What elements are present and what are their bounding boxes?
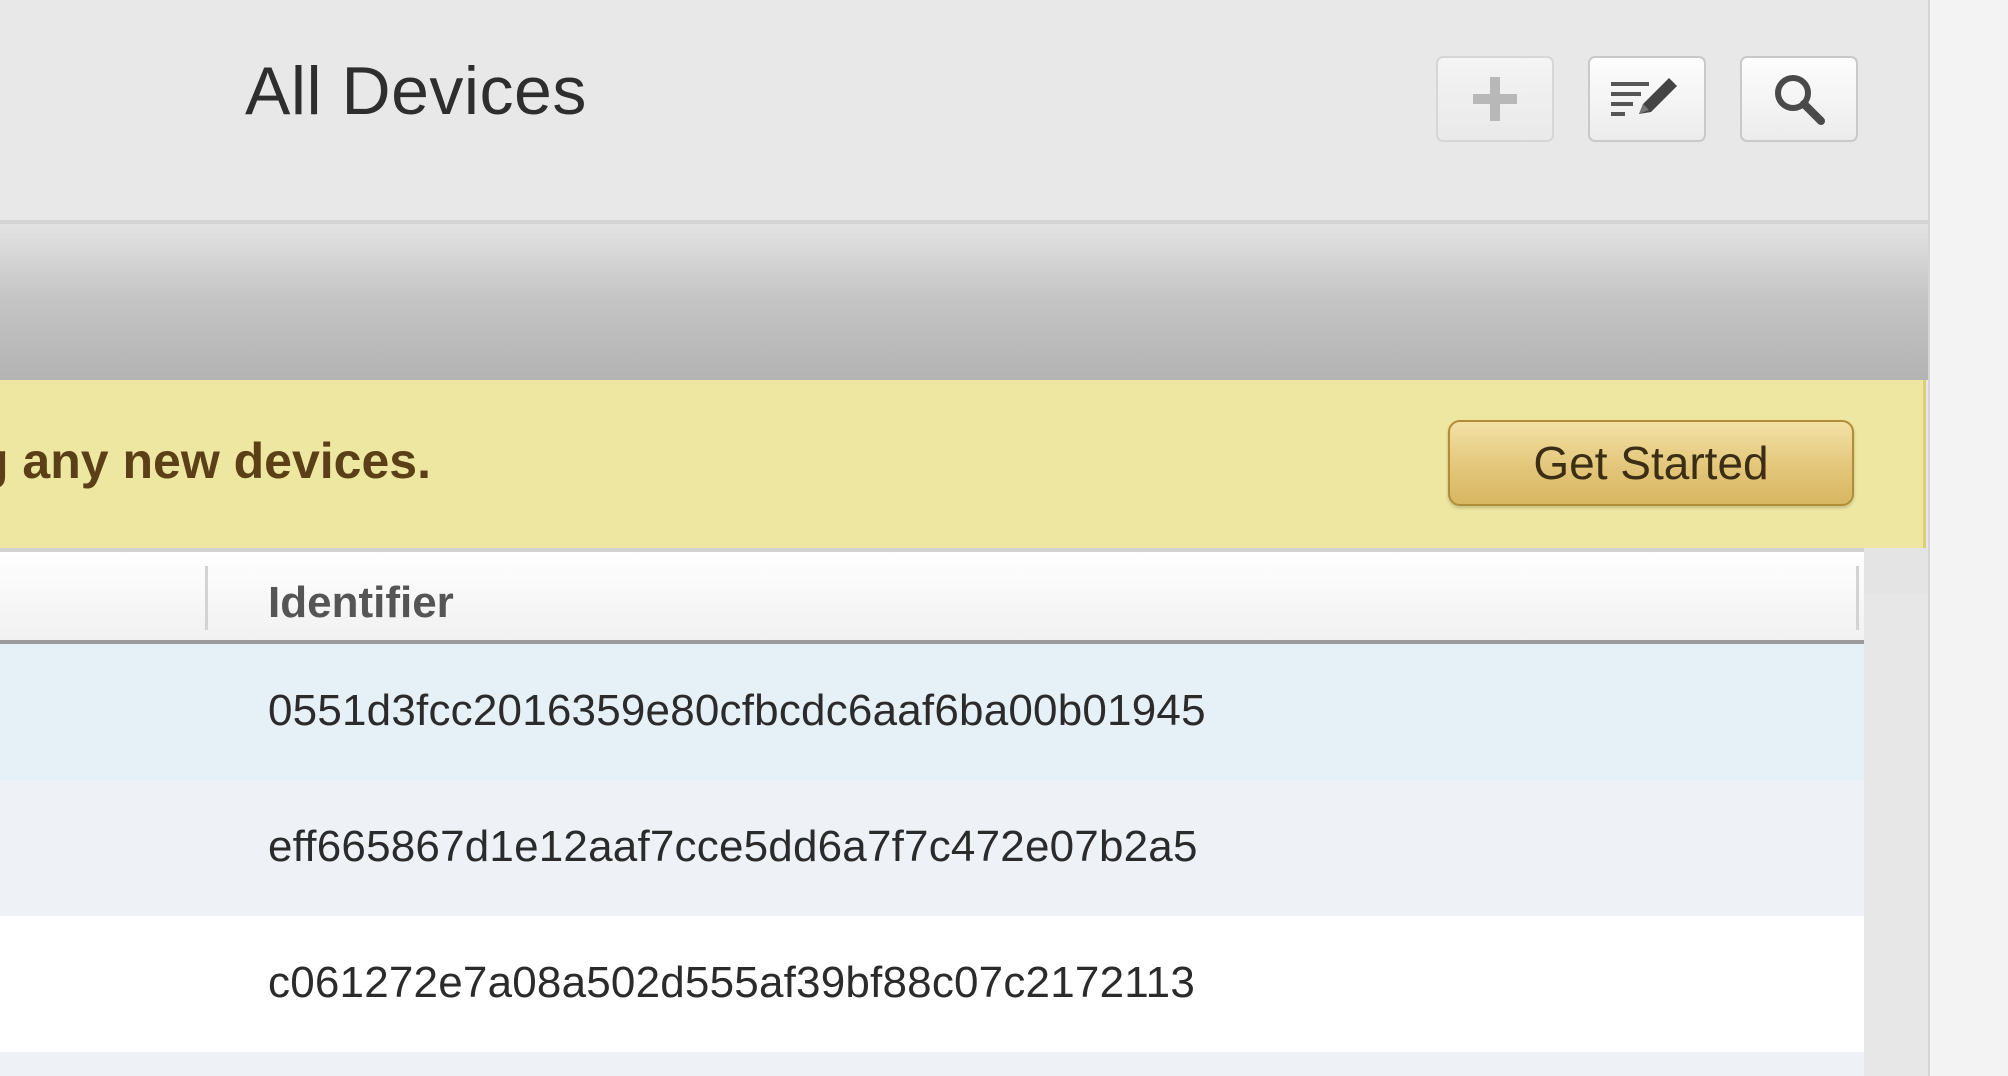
- identifier-cell: eff665867d1e12aaf7cce5dd6a7f7c472e07b2a5: [268, 822, 1198, 871]
- search-button[interactable]: [1740, 56, 1858, 142]
- page-header: All Devices: [0, 0, 1928, 222]
- table-row[interactable]: [0, 1052, 1864, 1076]
- main-panel: All Devices g any new devices. Get Start…: [0, 0, 1928, 1076]
- table-row[interactable]: eff665867d1e12aaf7cce5dd6a7f7c472e07b2a5: [0, 780, 1864, 916]
- devices-table: Identifier 0551d3fcc2016359e80cfbcdc6aaf…: [0, 548, 1864, 1076]
- page-title: All Devices: [245, 53, 587, 129]
- identifier-cell: c061272e7a08a502d555af39bf88c07c2172113: [268, 958, 1195, 1007]
- get-started-button[interactable]: Get Started: [1448, 420, 1854, 506]
- right-gutter: [1928, 0, 2008, 1076]
- table-header: Identifier: [0, 548, 1864, 644]
- column-divider[interactable]: [1856, 566, 1859, 630]
- notice-banner: g any new devices. Get Started: [0, 380, 1926, 548]
- column-header-identifier[interactable]: Identifier: [268, 578, 454, 628]
- add-device-button[interactable]: [1436, 56, 1554, 142]
- identifier-cell: 0551d3fcc2016359e80cfbcdc6aaf6ba00b01945: [268, 686, 1206, 735]
- banner-message: g any new devices.: [0, 433, 431, 489]
- table-edge: [1864, 548, 1928, 594]
- plus-icon: [1473, 77, 1517, 121]
- edit-list-icon: [1611, 78, 1677, 116]
- edit-button[interactable]: [1588, 56, 1706, 142]
- search-icon: [1775, 75, 1825, 125]
- column-divider[interactable]: [205, 566, 208, 630]
- toolbar-band: [0, 224, 1928, 380]
- table-row[interactable]: c061272e7a08a502d555af39bf88c07c2172113: [0, 916, 1864, 1052]
- table-row[interactable]: 0551d3fcc2016359e80cfbcdc6aaf6ba00b01945: [0, 644, 1864, 780]
